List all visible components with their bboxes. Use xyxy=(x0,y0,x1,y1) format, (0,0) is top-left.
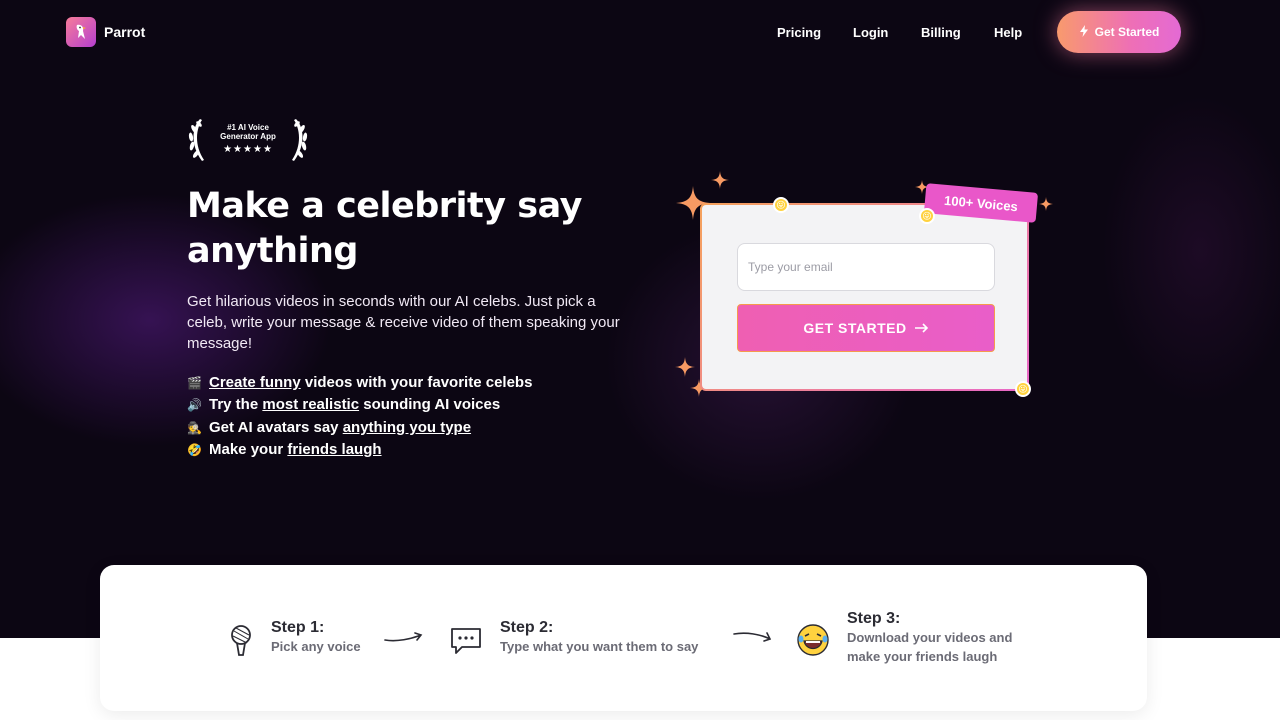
emoji-face-icon: 😜 xyxy=(919,208,935,224)
sparkle-icon xyxy=(711,171,729,189)
arrow-right-icon xyxy=(914,320,929,336)
signup-card: GET STARTED xyxy=(700,203,1029,391)
sparkle-icon xyxy=(675,357,695,377)
badge-line2: Generator App xyxy=(220,132,276,141)
step-desc: Download your videos and make your frien… xyxy=(847,630,1013,664)
nav-link-pricing[interactable]: Pricing xyxy=(777,25,821,40)
feature-highlight: anything you type xyxy=(342,418,472,436)
avatar-icon: 🕵 xyxy=(187,420,202,435)
feature-highlight: friends laugh xyxy=(287,440,382,458)
arrow-right-icon xyxy=(384,632,423,642)
laughing-icon: 🤣 xyxy=(187,442,202,457)
feature-list: 🎬 Create funny videos with your favorite … xyxy=(187,372,532,461)
step-desc: Type what you want them to say xyxy=(500,639,699,654)
badge-stars: ★★★★★ xyxy=(223,144,273,155)
speaker-icon: 🔊 xyxy=(187,398,202,413)
feature-item: 🔊 Try the most realistic sounding AI voic… xyxy=(187,394,532,416)
step-title: Step 3: xyxy=(847,610,901,627)
parrot-logo-icon xyxy=(66,17,96,47)
step-desc: Pick any voice xyxy=(271,639,361,654)
sparkle-icon xyxy=(1039,197,1053,211)
feature-text: Get AI avatars say xyxy=(209,418,343,436)
feature-text: Make your xyxy=(209,440,288,458)
feature-highlight: Create funny xyxy=(209,374,301,391)
step-title: Step 2: xyxy=(500,619,554,636)
nav-link-login[interactable]: Login xyxy=(853,25,888,40)
laughing-face-icon xyxy=(797,624,829,661)
nav-link-help[interactable]: Help xyxy=(994,25,1022,40)
brand-logo[interactable]: Parrot xyxy=(66,17,145,47)
get-started-nav-button[interactable]: Get Started xyxy=(1057,11,1181,53)
feature-text: sounding AI voices xyxy=(359,396,501,414)
top-navbar: Parrot Pricing Login Billing Help Get St… xyxy=(0,0,1280,64)
step-1: Step 1: Pick any voice xyxy=(271,619,361,656)
arrow-right-icon xyxy=(733,632,772,642)
feature-item: 🎬 Create funny videos with your favorite … xyxy=(187,372,532,394)
award-badge: #1 AI Voice Generator App ★★★★★ xyxy=(186,115,310,165)
email-input[interactable] xyxy=(737,243,995,291)
feature-text: Try the xyxy=(209,396,263,414)
lightning-icon xyxy=(1079,24,1089,40)
feature-item: 🤣 Make your friends laugh xyxy=(187,439,532,461)
get-started-nav-label: Get Started xyxy=(1094,25,1160,39)
feature-text: videos with your favorite celebs xyxy=(300,374,533,391)
hero-subtitle: Get hilarious videos in seconds with our… xyxy=(187,293,620,352)
emoji-face-icon: 😜 xyxy=(1015,381,1031,397)
steps-section: Step 1: Pick any voice Step 2: Type what… xyxy=(100,565,1147,711)
feature-highlight: most realistic xyxy=(262,396,360,414)
step-title: Step 1: xyxy=(271,619,325,636)
clapper-board-icon: 🎬 xyxy=(187,376,202,390)
get-started-submit-label: GET STARTED xyxy=(803,320,907,336)
hero-title: Make a celebrity say anything xyxy=(187,186,582,271)
nav-link-billing[interactable]: Billing xyxy=(921,25,961,40)
step-2: Step 2: Type what you want them to say xyxy=(500,619,698,656)
step-3: Step 3: Download your videos and make yo… xyxy=(847,610,1047,666)
brand-name: Parrot xyxy=(104,24,146,40)
feature-item: 🕵 Get AI avatars say anything you type xyxy=(187,417,532,439)
emoji-face-icon: 😜 xyxy=(773,197,789,213)
microphone-icon xyxy=(228,625,254,662)
chat-bubble-icon xyxy=(450,626,482,661)
get-started-submit-button[interactable]: GET STARTED xyxy=(737,304,995,352)
